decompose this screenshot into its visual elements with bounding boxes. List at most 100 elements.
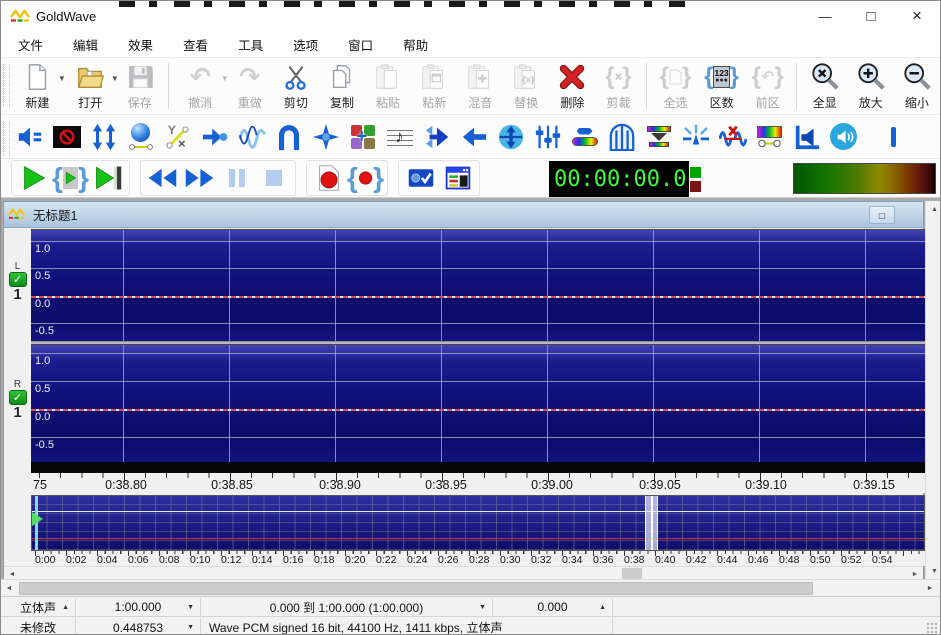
copy-button[interactable]: 复制 xyxy=(320,60,364,112)
minimize-button[interactable]: — xyxy=(802,1,848,31)
spectrum-analyzer-icon[interactable] xyxy=(751,119,788,155)
channel-enable-checkbox[interactable]: ✓ xyxy=(9,272,27,287)
copy-button-label: 复制 xyxy=(330,94,354,111)
mix-button[interactable]: 混音 xyxy=(458,60,502,112)
ws-scroll-right-arrow[interactable]: ► xyxy=(922,580,938,597)
clipped-icon[interactable] xyxy=(862,119,899,155)
overview-view-region[interactable] xyxy=(645,496,658,550)
resize-grip[interactable] xyxy=(926,622,938,634)
trim-button[interactable]: {×}剪裁 xyxy=(596,60,640,112)
expression-evaluator-icon[interactable]: Y× xyxy=(159,119,196,155)
open-button[interactable]: ▼打开 xyxy=(65,60,116,112)
cut-button[interactable]: 剪切 xyxy=(274,60,318,112)
pitch-note-icon[interactable]: ♪ xyxy=(381,119,418,155)
overview-strip[interactable] xyxy=(31,495,925,551)
play-selection-button[interactable]: {} xyxy=(52,162,89,194)
menu-options[interactable]: 选项 xyxy=(278,31,333,58)
trim-icon: {×} xyxy=(602,60,635,93)
save-button[interactable]: 保存 xyxy=(118,60,162,112)
fast-forward-button[interactable] xyxy=(181,162,218,194)
v-scroll-down-arrow[interactable]: ▼ xyxy=(926,563,941,579)
dynamics-icon[interactable] xyxy=(307,119,344,155)
control-properties-button[interactable] xyxy=(439,162,476,194)
zoom-all-button[interactable]: 全显 xyxy=(803,60,847,112)
spectrum-band-icon[interactable] xyxy=(566,119,603,155)
status-position[interactable]: 0.000▲ xyxy=(493,598,613,616)
screen-artifact xyxy=(119,1,694,7)
prev-section-button[interactable]: {↶}前区 xyxy=(746,60,790,112)
clipboard-icon xyxy=(372,60,405,93)
document-title-bar[interactable]: 无标题1 ▢ xyxy=(4,202,923,228)
toolbar-separator xyxy=(646,63,647,109)
amplitude-gridline xyxy=(31,296,925,298)
reverse-icon[interactable] xyxy=(455,119,492,155)
zoom-dropdown-arrow[interactable]: ▼ xyxy=(187,624,194,631)
new-button[interactable]: ▼新建 xyxy=(12,60,63,112)
channel-enable-checkbox[interactable]: ✓ xyxy=(9,390,27,405)
record-new-button[interactable] xyxy=(310,162,347,194)
menu-effect[interactable]: 效果 xyxy=(113,31,168,58)
replace-button[interactable]: {x}替换 xyxy=(504,60,548,112)
delete-button[interactable]: 删除 xyxy=(550,60,594,112)
length-dropdown-arrow[interactable]: ▼ xyxy=(187,604,194,611)
toolbar-grip[interactable] xyxy=(3,64,10,107)
waveform-channel-right[interactable]: 1.00.50.0-0.5 xyxy=(31,344,925,462)
noise-gate-icon[interactable] xyxy=(603,119,640,155)
time-axis-label: 0:39.00 xyxy=(531,478,573,492)
status-channel-mode[interactable]: 立体声▲ xyxy=(1,598,76,616)
zoom-out-button[interactable]: 缩小 xyxy=(895,60,939,112)
sections-button[interactable]: {123●●●}区数 xyxy=(700,60,744,112)
ws-scroll-thumb[interactable] xyxy=(19,582,813,595)
menu-view[interactable]: 查看 xyxy=(168,31,223,58)
pause-button[interactable] xyxy=(218,162,255,194)
status-selection-range[interactable]: 0.000 到 1:00.000 (1:00.000)▼ xyxy=(201,598,493,616)
time-warp-icon[interactable] xyxy=(492,119,529,155)
menu-help[interactable]: 帮助 xyxy=(388,31,443,58)
flanger-icon[interactable] xyxy=(233,119,270,155)
reverse-loop-icon[interactable] xyxy=(270,119,307,155)
pop-click-icon[interactable] xyxy=(677,119,714,155)
redo-button[interactable]: ↷重做 xyxy=(228,60,272,112)
spectrum-filter-icon[interactable] xyxy=(640,119,677,155)
zoom-in-button[interactable]: 放大 xyxy=(849,60,893,112)
close-button[interactable]: × xyxy=(894,1,940,31)
menu-file[interactable]: 文件 xyxy=(3,31,58,58)
paste-button[interactable]: 粘贴 xyxy=(366,60,410,112)
select-all-button[interactable]: {}全选 xyxy=(653,60,697,112)
pan-icon[interactable] xyxy=(788,119,825,155)
play-all-button[interactable] xyxy=(89,162,126,194)
toolbar-grip[interactable] xyxy=(3,121,10,155)
status-length-selector[interactable]: 1:00.000▼ xyxy=(76,598,201,616)
overview-time-label: 0:50 xyxy=(810,554,830,566)
save-button-label: 保存 xyxy=(128,94,152,111)
document-restore-button[interactable]: ▢ xyxy=(869,206,895,224)
record-selection-button[interactable]: {} xyxy=(347,162,384,194)
interpolate-icon[interactable]: + xyxy=(344,119,381,155)
volume-icon[interactable] xyxy=(11,119,48,155)
offset-icon[interactable] xyxy=(196,119,233,155)
playback-device-icon[interactable] xyxy=(825,119,862,155)
monitor-button[interactable] xyxy=(402,162,439,194)
mute-icon[interactable] xyxy=(48,119,85,155)
status-zoom-value[interactable]: 0.448753▼ xyxy=(76,618,201,635)
doppler-icon[interactable] xyxy=(122,119,159,155)
v-scroll-up-arrow[interactable]: ▲ xyxy=(926,201,941,217)
rewind-button[interactable] xyxy=(144,162,181,194)
play-button[interactable] xyxy=(15,162,52,194)
paste-new-button[interactable]: 粘新 xyxy=(412,60,456,112)
stop-button[interactable] xyxy=(255,162,292,194)
equalizer-icon[interactable] xyxy=(529,119,566,155)
waveform-channel-left[interactable]: 1.00.50.0-0.5 xyxy=(31,229,925,341)
echo-icon[interactable] xyxy=(418,119,455,155)
menu-edit[interactable]: 编辑 xyxy=(58,31,113,58)
menu-window[interactable]: 窗口 xyxy=(333,31,388,58)
pitch-arrows-icon[interactable] xyxy=(85,119,122,155)
maximize-button[interactable]: □ xyxy=(848,1,894,31)
selection-dropdown-arrow[interactable]: ▼ xyxy=(479,604,486,611)
noise-reduction-icon[interactable] xyxy=(714,119,751,155)
channel-mode-up-arrow[interactable]: ▲ xyxy=(62,604,69,611)
position-up-arrow[interactable]: ▲ xyxy=(599,604,606,611)
ws-scroll-left-arrow[interactable]: ◄ xyxy=(1,580,17,597)
menu-tool[interactable]: 工具 xyxy=(223,31,278,58)
undo-button[interactable]: ↶▼撤消 xyxy=(175,60,226,112)
